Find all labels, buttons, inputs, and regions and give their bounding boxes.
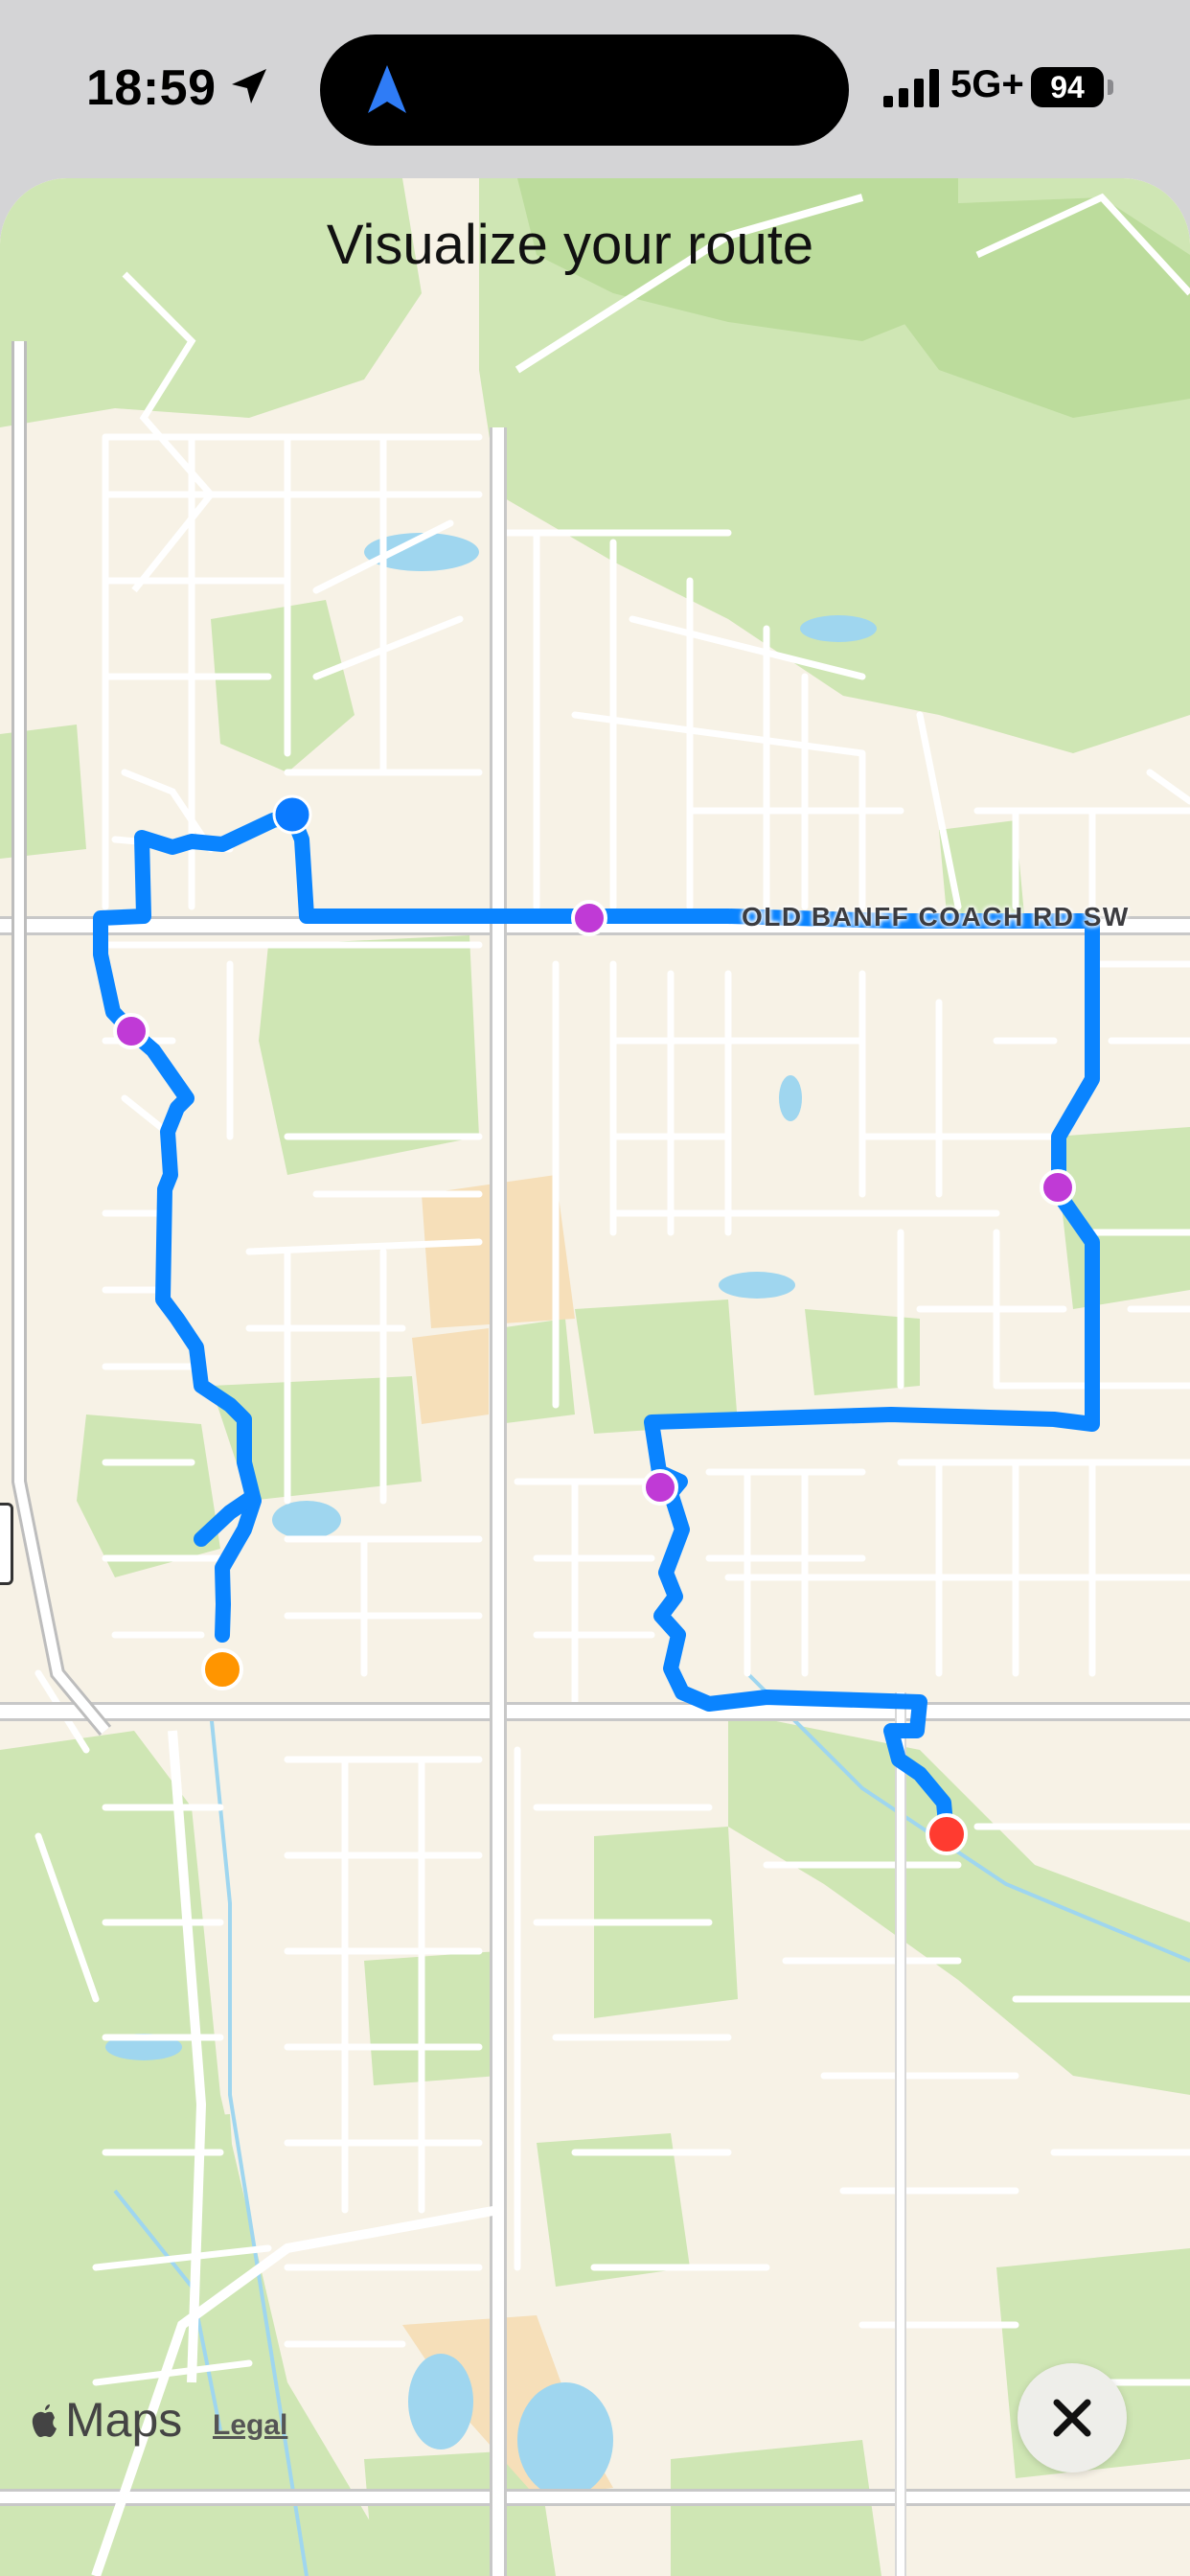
maps-attribution: Maps xyxy=(29,2392,182,2448)
waypoint-marker xyxy=(113,1013,149,1049)
apple-logo-icon xyxy=(32,2404,57,2437)
battery-level: 94 xyxy=(1050,70,1085,104)
signal-bars-icon xyxy=(883,69,939,107)
close-button[interactable] xyxy=(1018,2363,1127,2472)
end-marker xyxy=(926,1813,968,1855)
network-type: 5G+ xyxy=(950,63,1024,105)
battery-icon: 94 xyxy=(1031,67,1104,107)
current-location-marker xyxy=(272,794,312,835)
map-sheet: Visualize your route OLD BANFF COACH RD … xyxy=(0,178,1190,2576)
start-marker xyxy=(201,1648,243,1690)
navigation-icon xyxy=(368,65,406,113)
location-arrow-icon xyxy=(232,69,266,104)
road-label: OLD BANFF COACH RD SW xyxy=(742,902,1130,932)
status-time: 18:59 xyxy=(86,60,217,116)
map-canvas[interactable] xyxy=(0,178,1190,2576)
close-icon xyxy=(1053,2399,1091,2437)
status-bar: 18:59 5G+ 94 xyxy=(0,0,1190,178)
maps-label: Maps xyxy=(65,2393,183,2447)
battery-cap xyxy=(1108,80,1113,95)
map-title: Visualize your route xyxy=(326,214,814,276)
side-handle[interactable] xyxy=(0,1503,13,1585)
waypoint-marker xyxy=(1040,1169,1076,1206)
waypoint-marker xyxy=(571,900,607,936)
legal-link[interactable]: Legal xyxy=(213,2409,287,2442)
waypoint-marker xyxy=(642,1469,678,1506)
dynamic-island xyxy=(320,34,849,146)
